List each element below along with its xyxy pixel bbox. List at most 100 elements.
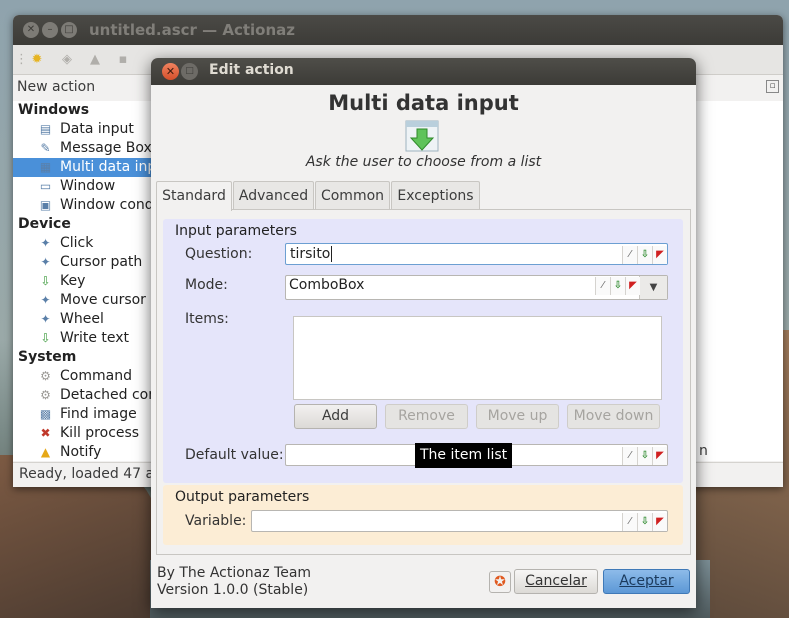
cancel-button[interactable]: Cancelar <box>514 569 598 594</box>
action-item[interactable]: ▦ Multi data inp <box>13 158 153 177</box>
default-value-label: Default value: <box>185 447 284 463</box>
close-icon[interactable]: ✕ <box>162 63 179 80</box>
variable-insert-icon[interactable]: ⇩ <box>610 277 625 295</box>
action-item[interactable]: ⚙ Command <box>13 367 153 386</box>
dialog-footer: By The Actionaz Team Version 1.0.0 (Stab… <box>151 558 696 608</box>
action-item-label: Write text <box>60 330 130 346</box>
action-item[interactable]: ⇩ Write text <box>13 329 153 348</box>
action-item[interactable]: ⇩ Key <box>13 272 153 291</box>
dialog-titlebar[interactable]: ✕ □ Edit action <box>151 58 696 85</box>
close-icon[interactable]: ✕ <box>23 22 39 38</box>
variable-insert-icon[interactable]: ⇩ <box>637 246 652 264</box>
author-text: By The Actionaz Team <box>157 565 312 581</box>
action-item[interactable]: ▤ Data input <box>13 120 153 139</box>
variable-insert-icon[interactable]: ⇩ <box>637 447 652 465</box>
maximize-icon[interactable]: □ <box>61 22 77 38</box>
status-text: Ready, loaded 47 ac <box>19 466 162 482</box>
action-list[interactable]: Windows ▤ Data input ✎ Message Box ▦ Multi dat… <box>13 101 153 461</box>
mode-display[interactable]: ComboBox ⁄ ⇩ ◤ <box>285 274 640 296</box>
action-description: Ask the user to choose from a list <box>305 154 542 170</box>
move-down-button[interactable]: Move down <box>567 404 660 429</box>
action-item[interactable]: ✖ Kill process <box>13 424 153 443</box>
input-parameters-title: Input parameters <box>175 223 297 239</box>
record-icon[interactable]: ▪ <box>115 52 131 68</box>
action-item[interactable]: ▣ Window cond <box>13 196 153 215</box>
action-item-label: Window cond <box>60 197 153 213</box>
action-item-label: Window <box>60 178 116 194</box>
add-button[interactable]: Add <box>294 404 377 429</box>
action-item[interactable]: ✦ Move cursor <box>13 291 153 310</box>
open-script-icon[interactable]: ◈ <box>59 52 75 68</box>
edit-action-dialog: ✕ □ Edit action Multi data input Ask the… <box>151 58 696 608</box>
variable-field[interactable]: ⁄ ⇩ ◤ <box>251 510 668 532</box>
tab-standard[interactable]: Standard <box>156 181 232 211</box>
main-titlebar[interactable]: ✕ – □ untitled.ascr — Actionaz <box>13 15 783 45</box>
code-mode-icon[interactable]: ◤ <box>652 447 667 465</box>
mode-field-buttons: ⁄ ⇩ ◤ <box>595 277 640 295</box>
chevron-down-icon[interactable]: ▼ <box>639 276 667 299</box>
execute-icon[interactable]: ▲ <box>87 52 103 68</box>
action-item[interactable]: ▩ Find image <box>13 405 153 424</box>
accept-button[interactable]: Aceptar <box>603 569 690 594</box>
maximize-icon[interactable]: □ <box>181 63 198 80</box>
action-item-label: Detached com <box>60 387 153 403</box>
action-item[interactable]: ✦ Cursor path <box>13 253 153 272</box>
find-image-icon: ▩ <box>39 407 52 421</box>
action-item[interactable]: ✦ Wheel <box>13 310 153 329</box>
variable-field-buttons: ⁄ ⇩ ◤ <box>622 513 667 531</box>
new-action-label: New action <box>17 79 96 95</box>
action-item[interactable]: ✎ Message Box <box>13 139 153 158</box>
multi-data-input-icon <box>405 120 439 152</box>
multi-data-input-icon: ▦ <box>39 160 52 174</box>
output-parameters-group: Output parameters Variable: ⁄ ⇩ ◤ <box>163 485 683 545</box>
warning-icon: ▲ <box>40 445 51 459</box>
tab-exceptions[interactable]: Exceptions <box>391 181 480 210</box>
minimize-icon[interactable]: – <box>42 22 58 38</box>
items-list[interactable] <box>293 316 662 400</box>
background-text-fragment: n <box>699 443 708 459</box>
category-windows[interactable]: Windows <box>13 101 153 120</box>
move-cursor-icon: ✦ <box>40 293 51 307</box>
data-input-icon: ▤ <box>39 122 52 136</box>
question-value: tirsito <box>290 246 331 262</box>
code-mode-icon[interactable]: ◤ <box>625 277 640 295</box>
dialog-title: Edit action <box>209 62 294 78</box>
toolbar-handle-icon[interactable]: ⋮ <box>15 52 28 68</box>
version-text: Version 1.0.0 (Stable) <box>157 582 309 598</box>
click-icon: ✦ <box>40 236 51 250</box>
edit-text-icon[interactable]: ⁄ <box>595 277 610 295</box>
code-mode-icon[interactable]: ◤ <box>652 246 667 264</box>
dock-float-icon[interactable]: ▫ <box>766 80 779 93</box>
message-box-icon: ✎ <box>40 141 51 155</box>
action-item[interactable]: ▭ Window <box>13 177 153 196</box>
tab-advanced[interactable]: Advanced <box>233 181 314 210</box>
variable-insert-icon[interactable]: ⇩ <box>637 513 652 531</box>
cursor-path-icon: ✦ <box>40 255 51 269</box>
action-item-label: Find image <box>60 406 137 422</box>
main-window-title: untitled.ascr — Actionaz <box>89 21 296 39</box>
new-script-icon[interactable]: ✹ <box>29 52 45 68</box>
edit-text-icon[interactable]: ⁄ <box>622 447 637 465</box>
variable-label: Variable: <box>185 513 247 529</box>
question-field[interactable]: tirsito ⁄ ⇩ ◤ <box>285 243 668 265</box>
help-button[interactable]: ✪ <box>489 571 511 593</box>
action-item-label: Data input <box>60 121 134 137</box>
category-device[interactable]: Device <box>13 215 153 234</box>
edit-text-icon[interactable]: ⁄ <box>622 246 637 264</box>
action-item[interactable]: ✦ Click <box>13 234 153 253</box>
code-mode-icon[interactable]: ◤ <box>652 513 667 531</box>
output-parameters-title: Output parameters <box>175 489 310 505</box>
write-text-icon: ⇩ <box>40 331 51 345</box>
category-system[interactable]: System <box>13 348 153 367</box>
items-tooltip: The item list <box>415 443 513 468</box>
remove-button[interactable]: Remove <box>385 404 468 429</box>
action-item-label: Kill process <box>60 425 140 441</box>
gear-icon: ⚙ <box>40 369 51 383</box>
action-item[interactable]: ⚙ Detached com <box>13 386 153 405</box>
edit-text-icon[interactable]: ⁄ <box>622 513 637 531</box>
action-item[interactable]: ▲ Notify <box>13 443 153 461</box>
action-item-label: Key <box>60 273 86 289</box>
tab-common[interactable]: Common <box>315 181 390 210</box>
move-up-button[interactable]: Move up <box>476 404 559 429</box>
window-condition-icon: ▣ <box>39 198 52 212</box>
